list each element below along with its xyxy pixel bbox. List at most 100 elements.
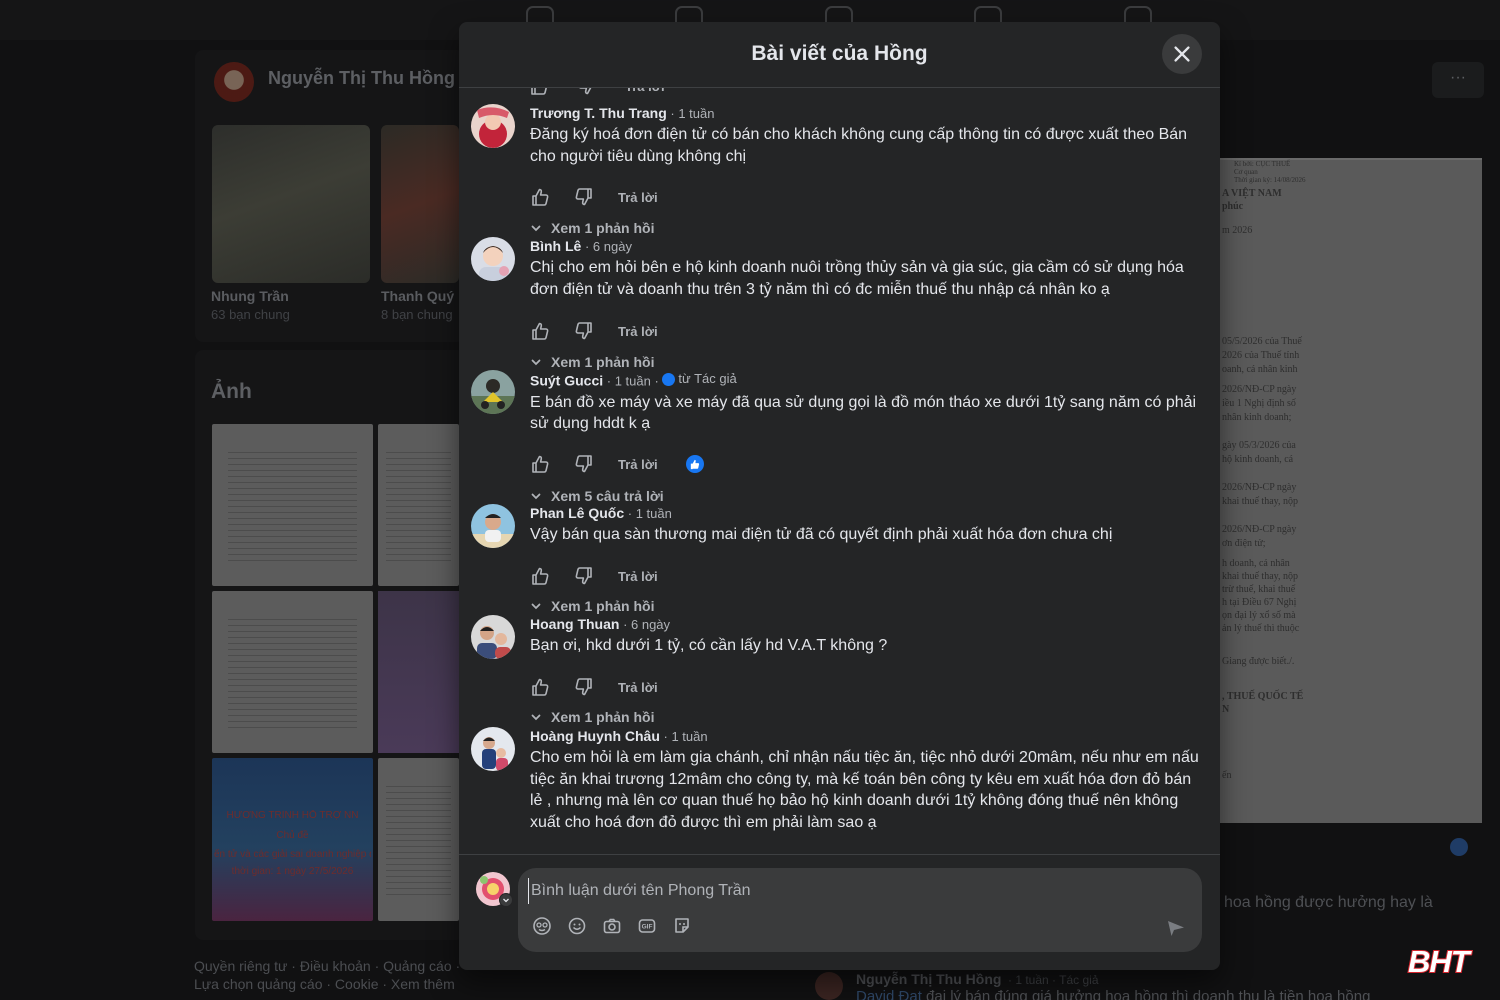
comment-author[interactable]: Phan Lê Quốc bbox=[530, 505, 624, 521]
post-document-image[interactable]: Kí bởi: CỤC THUẾ Cơ quan Thời gian ký: 1… bbox=[1220, 158, 1482, 823]
footer-links[interactable]: Quyền riêng tư · Điều khoản · Quảng cáo … bbox=[194, 957, 464, 993]
composer-tools: GIF bbox=[532, 916, 692, 936]
reply-button[interactable]: Trả lời bbox=[618, 680, 658, 695]
gif-icon[interactable]: GIF bbox=[637, 916, 657, 936]
sticker-icon[interactable] bbox=[672, 916, 692, 936]
friend-name[interactable]: Nhung Trần bbox=[211, 288, 289, 304]
comment-time[interactable]: · 6 ngày bbox=[585, 239, 632, 254]
reply-button[interactable]: Trả lời bbox=[618, 457, 658, 472]
doc-text: 05/5/2026 của Thuế bbox=[1222, 336, 1302, 347]
comment-author[interactable]: Hoàng Huynh Châu bbox=[530, 728, 660, 744]
switch-profile-chevron-icon[interactable] bbox=[499, 893, 513, 907]
view-replies-label: Xem 5 câu trả lời bbox=[551, 488, 664, 504]
emoji-icon[interactable] bbox=[567, 916, 587, 936]
dislike-icon[interactable] bbox=[574, 454, 594, 474]
comment-meta: Hoàng Huynh Châu · 1 tuần bbox=[530, 727, 1200, 746]
doc-text: h doanh, cá nhân bbox=[1222, 558, 1290, 569]
friend-mutual: 8 bạn chung bbox=[381, 307, 453, 322]
view-replies-button[interactable]: Xem 1 phản hồi bbox=[530, 220, 654, 236]
comment-actions: Trả lời bbox=[530, 566, 658, 586]
doc-text: 2026/NĐ-CP ngày bbox=[1222, 524, 1297, 535]
author-reaction-badge: từ Tác giả bbox=[662, 370, 737, 388]
avatar[interactable] bbox=[471, 504, 515, 548]
doc-text: Giang được biết./. bbox=[1222, 656, 1295, 667]
view-replies-button[interactable]: Xem 1 phản hồi bbox=[530, 598, 654, 614]
profile-name[interactable]: Nguyễn Thị Thu Hồng bbox=[268, 68, 455, 89]
close-button[interactable] bbox=[1162, 34, 1202, 74]
avatar[interactable] bbox=[471, 104, 515, 148]
dislike-icon[interactable] bbox=[577, 88, 597, 96]
send-icon[interactable] bbox=[1166, 918, 1186, 938]
like-icon[interactable] bbox=[530, 187, 550, 207]
doc-text: khai thuế thay, nộp bbox=[1222, 496, 1299, 507]
friend-photo[interactable] bbox=[381, 125, 459, 283]
comment-meta: · 1 tuần · Tác giả bbox=[1008, 973, 1099, 987]
comment-time[interactable]: · 1 tuần · bbox=[607, 374, 659, 389]
dislike-icon[interactable] bbox=[574, 566, 594, 586]
comment-author[interactable]: Trương T. Thu Trang bbox=[530, 105, 667, 121]
banner-text: ển tử và các giải sai doanh nghiệp đ bbox=[214, 849, 371, 860]
like-icon[interactable] bbox=[530, 566, 550, 586]
doc-text: nhân kinh doanh; bbox=[1222, 412, 1292, 423]
avatar[interactable] bbox=[471, 727, 515, 771]
comments-list[interactable]: Trả lời Trương T. Thu Trang · 1 tuần Đăn… bbox=[459, 88, 1220, 854]
comment-meta: Phan Lê Quốc · 1 tuần bbox=[530, 504, 1200, 523]
mention-link[interactable]: David Đạt bbox=[856, 988, 922, 1000]
friend-photo[interactable] bbox=[212, 125, 370, 283]
comment-text: Vậy bán qua sàn thương mai điện tử đã có… bbox=[530, 526, 1113, 543]
comment-time[interactable]: · 1 tuần bbox=[628, 506, 672, 521]
like-icon[interactable] bbox=[530, 321, 550, 341]
doc-text: m 2026 bbox=[1222, 225, 1253, 236]
photo-thumbnail[interactable] bbox=[212, 591, 373, 753]
like-icon[interactable] bbox=[530, 677, 550, 697]
comment-time[interactable]: · 6 ngày bbox=[623, 617, 670, 632]
avatar-sticker-icon[interactable] bbox=[532, 916, 552, 936]
comment-meta: Hoang Thuan · 6 ngày bbox=[530, 615, 1200, 634]
dislike-icon[interactable] bbox=[574, 187, 594, 207]
doc-text: 2026 của Thuế tỉnh bbox=[1222, 350, 1300, 361]
avatar[interactable] bbox=[815, 972, 843, 1000]
reply-button[interactable]: Trả lời bbox=[625, 88, 665, 94]
comment-actions: Trả lời bbox=[529, 88, 665, 96]
comment-text: Cho em hỏi là em làm gia chánh, chỉ nhận… bbox=[530, 749, 1199, 831]
reply-button[interactable]: Trả lời bbox=[618, 569, 658, 584]
view-replies-label: Xem 1 phản hồi bbox=[551, 354, 655, 370]
profile-avatar[interactable] bbox=[214, 62, 254, 102]
reply-button[interactable]: Trả lời bbox=[618, 190, 658, 205]
view-replies-label: Xem 1 phản hồi bbox=[551, 598, 655, 614]
view-replies-button[interactable]: Xem 1 phản hồi bbox=[530, 354, 654, 370]
comment-time[interactable]: · 1 tuần bbox=[664, 729, 708, 744]
photo-thumbnail[interactable] bbox=[378, 424, 459, 586]
view-replies-button[interactable]: Xem 1 phản hồi bbox=[530, 709, 654, 725]
view-replies-button[interactable]: Xem 5 câu trả lời bbox=[530, 488, 664, 504]
more-options-button[interactable]: ··· bbox=[1432, 62, 1484, 98]
doc-text: , THUẾ QUỐC TẾ bbox=[1222, 691, 1304, 702]
like-icon[interactable] bbox=[530, 454, 550, 474]
doc-text: gày 05/3/2026 của bbox=[1222, 440, 1296, 451]
avatar[interactable] bbox=[471, 370, 515, 414]
comment-time[interactable]: · 1 tuần bbox=[670, 106, 714, 121]
comment-author[interactable]: Hoang Thuan bbox=[530, 616, 619, 632]
camera-icon[interactable] bbox=[602, 916, 622, 936]
comment-input[interactable] bbox=[528, 878, 1128, 904]
comment-content: Suýt Gucci · 1 tuần · từ Tác giả E bán đ… bbox=[530, 370, 1200, 435]
dislike-icon[interactable] bbox=[574, 677, 594, 697]
chevron-down-icon bbox=[531, 603, 541, 610]
photo-thumbnail[interactable] bbox=[212, 424, 373, 586]
comment-author[interactable]: Suýt Gucci bbox=[530, 373, 603, 389]
comment-text: Chị cho em hỏi bên e hộ kinh doanh nuôi … bbox=[530, 259, 1184, 298]
photo-thumbnail[interactable] bbox=[378, 591, 459, 753]
comment-author[interactable]: Nguyễn Thị Thu Hồng bbox=[856, 971, 1001, 987]
comment-author[interactable]: Bình Lê bbox=[530, 238, 581, 254]
avatar[interactable] bbox=[471, 615, 515, 659]
like-reaction-icon[interactable] bbox=[685, 455, 704, 473]
svg-text:GIF: GIF bbox=[642, 924, 653, 931]
like-icon[interactable] bbox=[529, 88, 549, 96]
avatar[interactable] bbox=[471, 237, 515, 281]
friend-name[interactable]: Thanh Quý bbox=[381, 288, 454, 304]
doc-text: iều 1 Nghị định số bbox=[1222, 398, 1296, 409]
photo-thumbnail[interactable] bbox=[378, 758, 459, 921]
dislike-icon[interactable] bbox=[574, 321, 594, 341]
reply-button[interactable]: Trả lời bbox=[618, 324, 658, 339]
doc-text: A VIỆT NAM bbox=[1222, 188, 1282, 199]
